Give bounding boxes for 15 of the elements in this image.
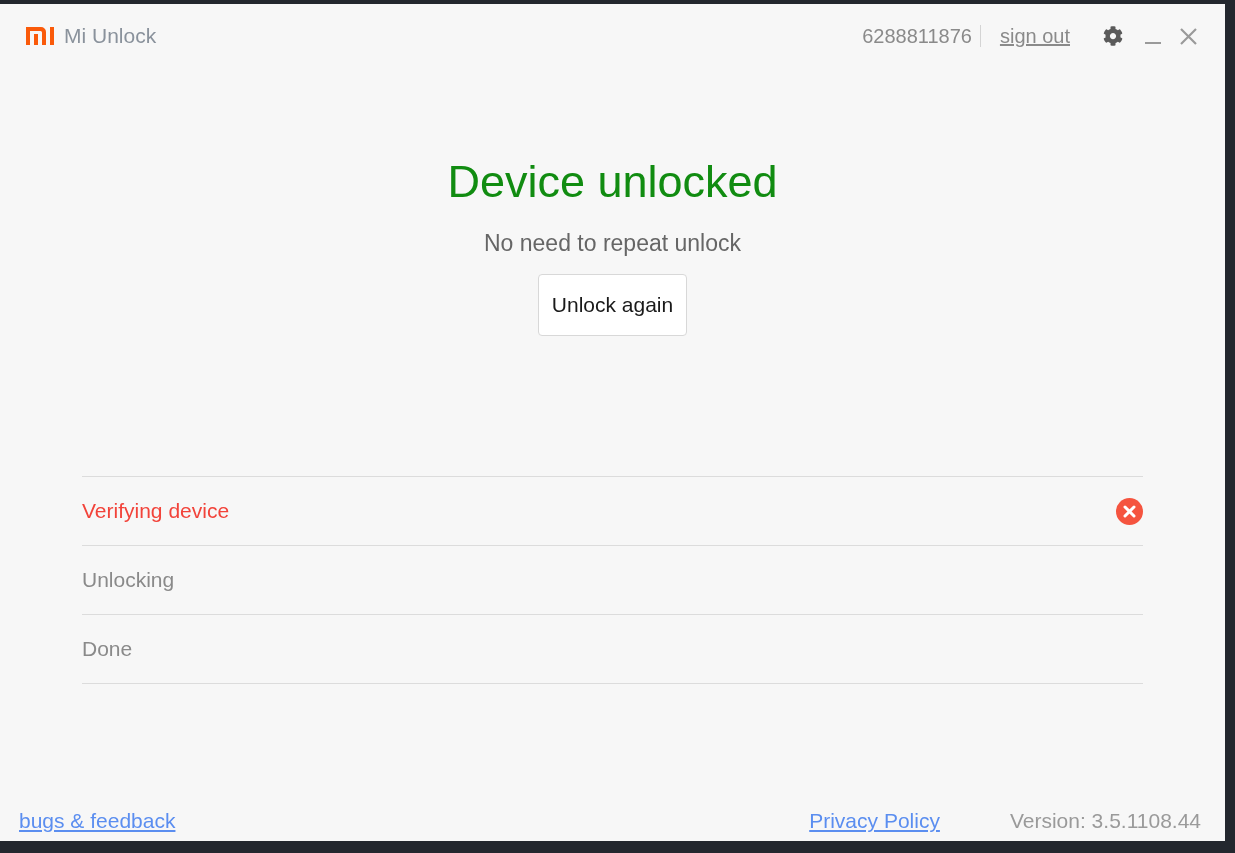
close-icon[interactable] (1180, 27, 1197, 45)
app-title: Mi Unlock (64, 23, 157, 50)
account-id: 6288811876 (862, 24, 972, 49)
result-title: Device unlocked (447, 156, 778, 208)
version-label: Version: 3.5.1108.44 (1009, 808, 1201, 835)
settings-icon[interactable] (1103, 26, 1123, 46)
step-label: Done (82, 636, 133, 663)
unlock-again-button[interactable]: Unlock again (538, 274, 687, 336)
result-message: No need to repeat unlock (484, 229, 741, 258)
privacy-policy-link[interactable]: Privacy Policy (809, 805, 940, 837)
sign-out-link[interactable]: sign out (999, 21, 1070, 51)
step-label: Verifying device (82, 498, 230, 525)
mi-logo-icon (26, 27, 55, 45)
step-label: Unlocking (82, 567, 175, 594)
feedback-link[interactable]: bugs & feedback (19, 805, 176, 837)
